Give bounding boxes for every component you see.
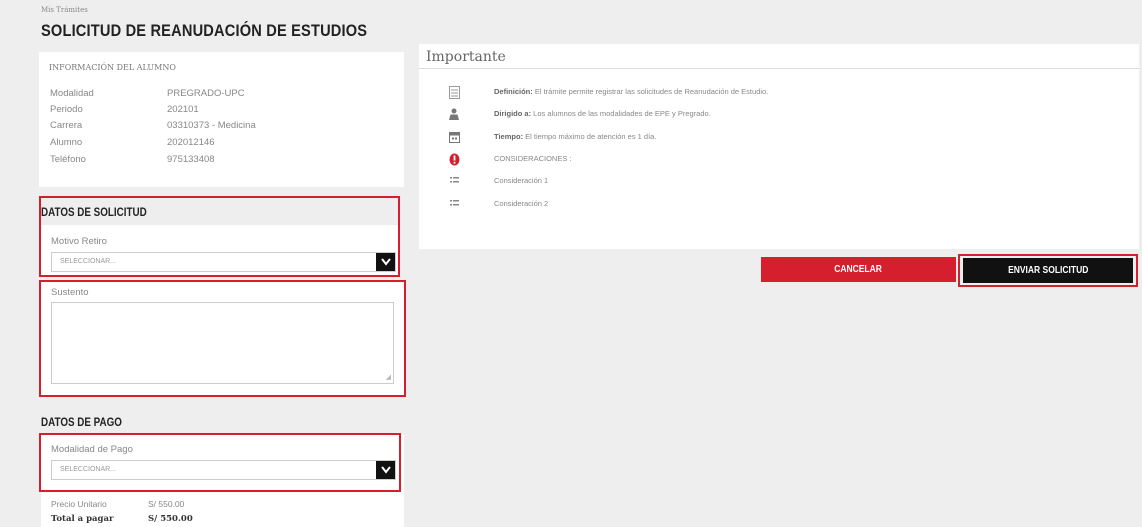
breadcrumb[interactable]: Mis Trámites: [41, 6, 88, 14]
info-value: PREGRADO-UPC: [167, 88, 245, 99]
modalidad-pago-select-value: SELECCIONAR...: [60, 466, 117, 473]
info-item-text: Consideración 1: [494, 176, 549, 185]
list-icon: [447, 198, 461, 212]
info-item-consideracion-1: Consideración 1: [419, 175, 1139, 189]
motivo-select[interactable]: SELECCIONAR...: [51, 252, 396, 272]
modalidad-pago-label: Modalidad de Pago: [51, 444, 133, 455]
modalidad-pago-select[interactable]: SELECCIONAR...: [51, 460, 396, 480]
page-title: SOLICITUD DE REANUDACIÓN DE ESTUDIOS: [41, 21, 368, 40]
info-item-text: Consideración 2: [494, 199, 549, 208]
student-info-panel: INFORMACIÓN DEL ALUMNO Modalidad PREGRAD…: [39, 52, 404, 187]
alert-icon: [447, 153, 461, 167]
precio-value: S/ 550.00: [148, 499, 185, 509]
info-label: Periodo: [50, 104, 83, 115]
importante-title: Importante: [426, 49, 506, 65]
info-item-tiempo: Tiempo: El tiempo máximo de atención es …: [419, 131, 1139, 145]
pago-section-title: DATOS DE PAGO: [41, 415, 122, 429]
info-item-consideracion-2: Consideración 2: [419, 198, 1139, 212]
info-value: 202012146: [167, 137, 215, 148]
info-label: Teléfono: [50, 154, 86, 165]
motivo-select-value: SELECCIONAR...: [60, 258, 117, 265]
cancel-button[interactable]: CANCELAR: [761, 257, 956, 282]
info-item-text: Dirigido a: Los alumnos de las modalidad…: [494, 109, 711, 118]
solicitud-section-title: DATOS DE SOLICITUD: [41, 205, 147, 219]
student-info-header: INFORMACIÓN DEL ALUMNO: [49, 63, 176, 72]
info-item-definicion: Definición: El trámite permite registrar…: [419, 86, 1139, 100]
info-label: Modalidad: [50, 88, 94, 99]
total-value: S/ 550.00: [148, 514, 193, 524]
info-item-text: CONSIDERACIONES :: [494, 154, 572, 163]
submit-button[interactable]: ENVIAR SOLICITUD: [963, 258, 1133, 283]
divider: [419, 68, 1139, 69]
importante-panel: Importante Definición: El trámite permit…: [419, 44, 1139, 249]
calendar-icon: [447, 131, 461, 145]
info-item-consideraciones: CONSIDERACIONES :: [419, 153, 1139, 167]
chevron-down-icon[interactable]: [376, 253, 395, 271]
resize-handle-icon[interactable]: ◢: [386, 373, 391, 381]
info-label: Carrera: [50, 120, 83, 131]
chevron-down-icon[interactable]: [376, 461, 395, 479]
info-item-text: Tiempo: El tiempo máximo de atención es …: [494, 132, 657, 141]
precio-label: Precio Unitario: [51, 499, 107, 509]
list-icon: [447, 175, 461, 189]
total-label: Total a pagar: [51, 514, 114, 524]
sustento-label: Sustento: [51, 287, 89, 298]
info-item-dirigido: Dirigido a: Los alumnos de las modalidad…: [419, 108, 1139, 122]
info-label: Alumno: [50, 137, 83, 148]
info-item-text: Definición: El trámite permite registrar…: [494, 87, 769, 96]
precio-row: Precio Unitario S/ 550.00: [51, 499, 391, 511]
total-row: Total a pagar S/ 550.00: [51, 514, 391, 526]
document-icon: [447, 86, 461, 100]
info-value: 202101: [167, 104, 199, 115]
person-icon: [447, 108, 461, 122]
sustento-textarea[interactable]: ◢: [51, 302, 394, 384]
info-value: 03310373 - Medicina: [167, 120, 256, 131]
info-value: 975133408: [167, 154, 215, 165]
motivo-label: Motivo Retiro: [51, 236, 107, 247]
